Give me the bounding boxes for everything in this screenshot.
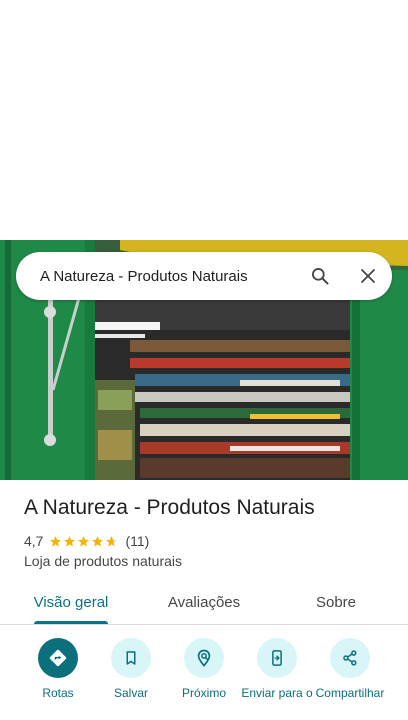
nearby-circle (184, 638, 224, 678)
star-icon (50, 535, 62, 547)
star-rating (49, 535, 119, 548)
tab-reviews[interactable]: Avaliações (150, 580, 258, 624)
nearby-button[interactable]: Próximo (168, 638, 240, 720)
star-icon (64, 535, 76, 547)
share-circle (330, 638, 370, 678)
search-query-text[interactable]: A Natureza - Produtos Naturais (40, 268, 296, 285)
save-label: Salvar (113, 686, 148, 700)
send-to-phone-label: Enviar para o (241, 686, 313, 700)
search-icon[interactable] (296, 252, 344, 300)
share-icon (343, 650, 357, 666)
star-icon (92, 535, 104, 547)
share-button[interactable]: Compartilhar (314, 638, 386, 720)
tab-about[interactable]: Sobre (296, 580, 376, 624)
nearby-icon (197, 649, 211, 667)
place-name: A Natureza - Produtos Naturais (24, 496, 315, 519)
active-tab-indicator (34, 621, 108, 624)
send-to-phone-icon (272, 650, 282, 666)
directions-icon (49, 649, 67, 667)
rating-value: 4,7 (24, 533, 44, 549)
save-circle (111, 638, 151, 678)
half-star-icon (106, 535, 118, 547)
nearby-label: Próximo (181, 686, 226, 700)
tab-bar: Visão geral Avaliações Sobre (0, 580, 408, 625)
place-category: Loja de produtos naturais (24, 553, 182, 569)
save-button[interactable]: Salvar (95, 638, 167, 720)
review-count[interactable]: (11) (125, 533, 149, 549)
directions-circle (38, 638, 78, 678)
directions-button[interactable]: Rotas (22, 638, 94, 720)
search-bar[interactable]: A Natureza - Produtos Naturais (16, 252, 392, 300)
share-label: Compartilhar (315, 686, 385, 700)
close-icon[interactable] (344, 252, 392, 300)
bookmark-icon (126, 651, 136, 665)
rating-row[interactable]: 4,7 (11) (24, 532, 149, 550)
send-to-phone-circle (257, 638, 297, 678)
star-icon (78, 535, 90, 547)
directions-label: Rotas (42, 686, 74, 700)
map-area[interactable] (0, 0, 408, 240)
send-to-phone-button[interactable]: Enviar para o (241, 638, 313, 720)
tab-overview[interactable]: Visão geral (22, 580, 120, 624)
